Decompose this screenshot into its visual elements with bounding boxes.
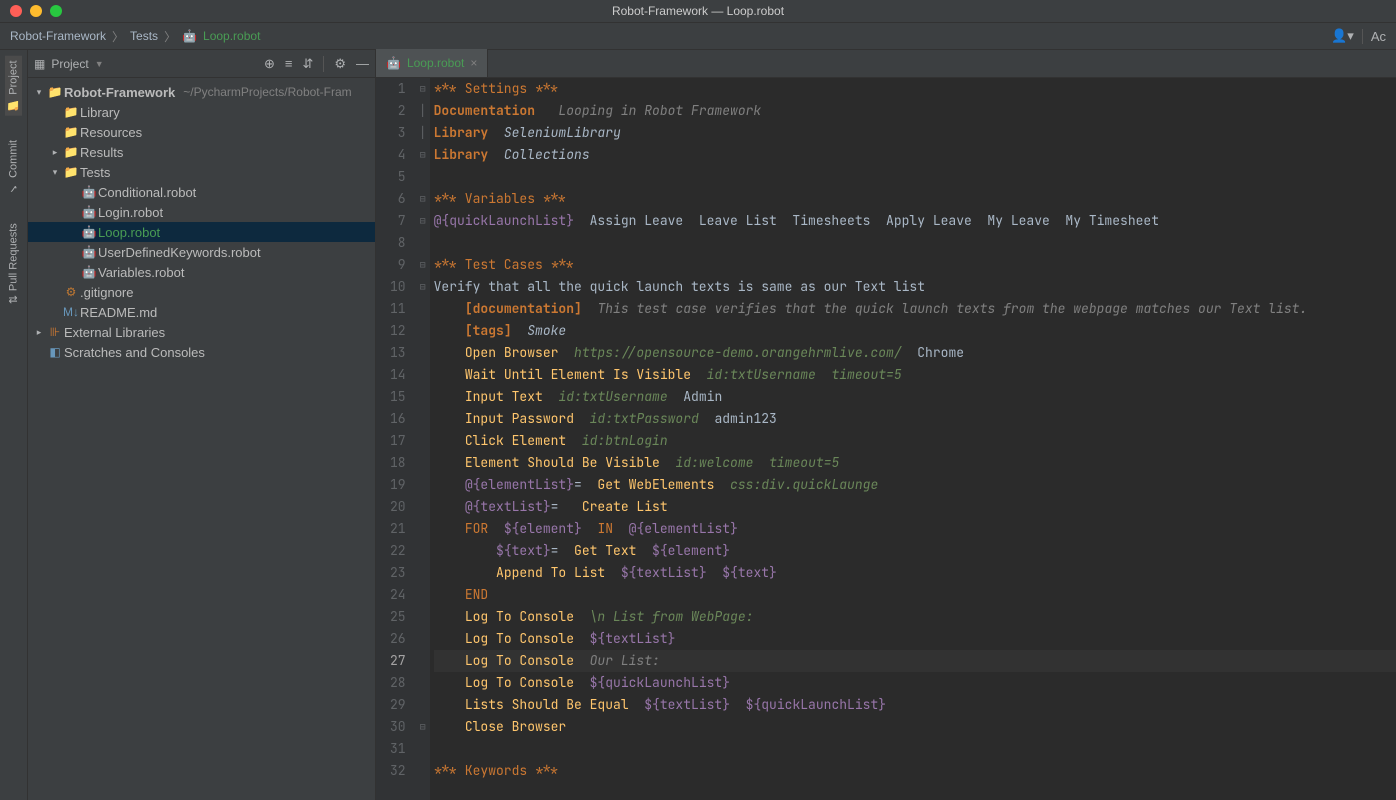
sidebar-header: ▦ Project ▼ ⊕ ≡ ⇵ ⚙ — bbox=[28, 50, 375, 78]
sidebar-title[interactable]: Project bbox=[51, 57, 88, 71]
chevron-down-icon[interactable]: ▼ bbox=[95, 59, 104, 69]
window-title: Robot-Framework — Loop.robot bbox=[612, 4, 784, 18]
tool-tab-project[interactable]: 📁Project bbox=[5, 56, 22, 116]
tree-folder-results[interactable]: ▸📁Results bbox=[28, 142, 375, 162]
window-controls bbox=[0, 5, 62, 17]
navbar-right: 👤▾ Ac bbox=[1331, 28, 1386, 44]
expand-all-icon[interactable]: ≡ bbox=[285, 56, 293, 72]
tree-file[interactable]: 🤖Variables.robot bbox=[28, 262, 375, 282]
tree-folder-library[interactable]: 📁Library bbox=[28, 102, 375, 122]
editor-tab-active[interactable]: 🤖 Loop.robot × bbox=[376, 49, 488, 77]
navigation-bar: Robot-Framework 〉 Tests 〉 🤖 Loop.robot 👤… bbox=[0, 22, 1396, 50]
tree-file[interactable]: 🤖Conditional.robot bbox=[28, 182, 375, 202]
line-gutter: 1234567891011121314151617181920212223242… bbox=[376, 78, 416, 800]
breadcrumb-mid[interactable]: Tests bbox=[130, 29, 158, 43]
code-source[interactable]: *** Settings ***Documentation Looping in… bbox=[430, 78, 1396, 800]
hide-icon[interactable]: — bbox=[356, 56, 369, 72]
robot-file-icon: 🤖 bbox=[386, 56, 401, 70]
editor-tabs: 🤖 Loop.robot × bbox=[376, 50, 1396, 78]
chevron-right-icon: 〉 bbox=[164, 28, 176, 45]
code-editor[interactable]: 1234567891011121314151617181920212223242… bbox=[376, 78, 1396, 800]
breadcrumb-file[interactable]: Loop.robot bbox=[203, 29, 260, 43]
maximize-window-icon[interactable] bbox=[50, 5, 62, 17]
fold-gutter[interactable]: ⊟││⊟⊟⊟⊟⊟⊟ bbox=[416, 78, 430, 800]
gear-icon[interactable]: ⚙ bbox=[334, 56, 346, 72]
editor-area: 🤖 Loop.robot × 1234567891011121314151617… bbox=[376, 50, 1396, 800]
tool-tab-commit[interactable]: ✓Commit bbox=[5, 136, 22, 199]
tree-root[interactable]: ▾📁Robot-Framework~/PycharmProjects/Robot… bbox=[28, 82, 375, 102]
tree-file[interactable]: 🤖Login.robot bbox=[28, 202, 375, 222]
ac-indicator[interactable]: Ac bbox=[1362, 29, 1386, 44]
project-tree[interactable]: ▾📁Robot-Framework~/PycharmProjects/Robot… bbox=[28, 78, 375, 800]
tree-file[interactable]: 🤖UserDefinedKeywords.robot bbox=[28, 242, 375, 262]
breadcrumb-root[interactable]: Robot-Framework bbox=[10, 29, 106, 43]
project-sidebar: ▦ Project ▼ ⊕ ≡ ⇵ ⚙ — ▾📁Robot-Framework~… bbox=[28, 50, 376, 800]
left-tool-rail: 📁Project ✓Commit ⇅Pull Requests bbox=[0, 50, 28, 800]
chevron-right-icon: 〉 bbox=[112, 28, 124, 45]
robot-file-icon: 🤖 bbox=[182, 29, 197, 43]
tree-file-gitignore[interactable]: ⚙.gitignore bbox=[28, 282, 375, 302]
tree-file-selected[interactable]: 🤖Loop.robot bbox=[28, 222, 375, 242]
breadcrumb: Robot-Framework 〉 Tests 〉 🤖 Loop.robot bbox=[10, 28, 260, 45]
close-tab-icon[interactable]: × bbox=[470, 56, 477, 70]
project-icon: ▦ bbox=[34, 57, 45, 71]
user-icon[interactable]: 👤▾ bbox=[1331, 28, 1354, 44]
collapse-all-icon[interactable]: ⇵ bbox=[302, 56, 313, 72]
tree-folder-tests[interactable]: ▾📁Tests bbox=[28, 162, 375, 182]
tree-scratches[interactable]: ◧Scratches and Consoles bbox=[28, 342, 375, 362]
close-window-icon[interactable] bbox=[10, 5, 22, 17]
tab-label: Loop.robot bbox=[407, 56, 464, 70]
tree-file-readme[interactable]: M↓README.md bbox=[28, 302, 375, 322]
tree-external-libraries[interactable]: ▸⊪External Libraries bbox=[28, 322, 375, 342]
title-bar: Robot-Framework — Loop.robot bbox=[0, 0, 1396, 22]
minimize-window-icon[interactable] bbox=[30, 5, 42, 17]
tree-folder-resources[interactable]: 📁Resources bbox=[28, 122, 375, 142]
select-opened-icon[interactable]: ⊕ bbox=[264, 56, 275, 72]
tool-tab-pull-requests[interactable]: ⇅Pull Requests bbox=[5, 219, 22, 308]
